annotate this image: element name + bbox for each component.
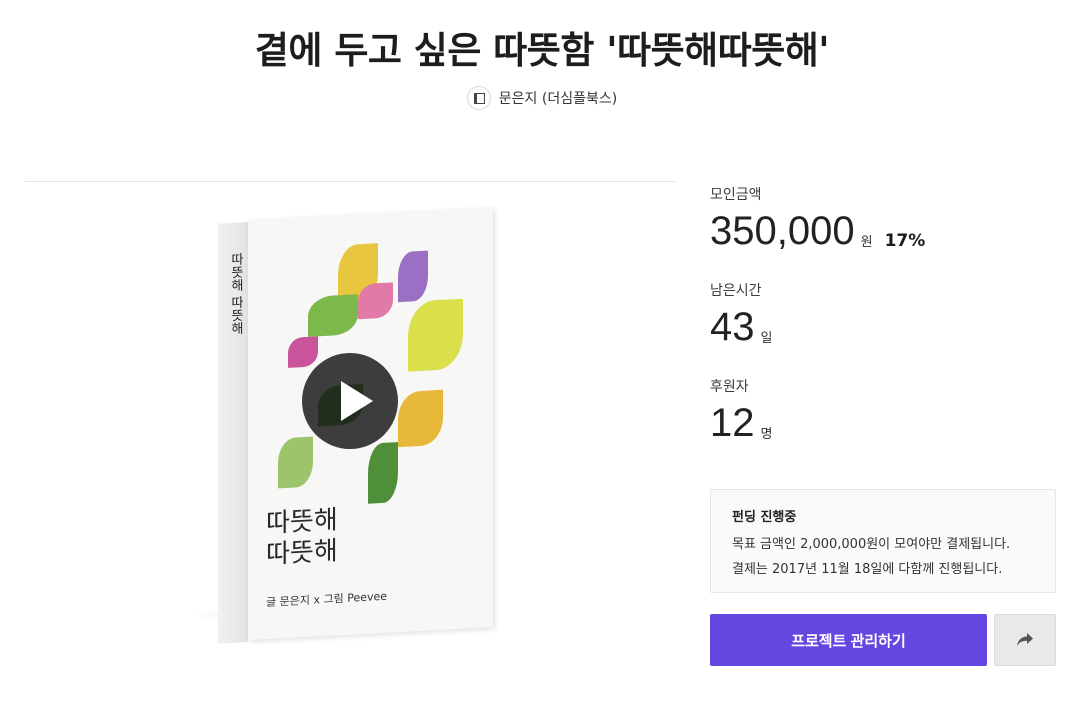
- creator-info[interactable]: 문은지 (더심플북스): [0, 86, 1084, 110]
- backers-unit: 명: [760, 427, 773, 442]
- divider: [25, 181, 675, 182]
- notice-line-payment: 결제는 2017년 11월 18일에 다함께 진행됩니다.: [732, 562, 1003, 577]
- backers-value: 12: [710, 401, 755, 445]
- play-icon: [341, 381, 373, 421]
- funding-percent: 17%: [884, 231, 926, 251]
- cover-credit: 글 문은지 x 그림 Peevee: [266, 589, 388, 610]
- spine-text: 따뜻해 따뜻해: [228, 252, 243, 336]
- share-button[interactable]: [994, 614, 1056, 666]
- cover-title: 따뜻해 따뜻해: [266, 505, 338, 571]
- funding-value: 350,000: [710, 209, 855, 253]
- funding-unit: 원: [860, 235, 873, 250]
- creator-avatar[interactable]: [466, 86, 491, 110]
- time-stat: 남은시간 43 일: [710, 280, 1056, 376]
- play-video-button[interactable]: [302, 353, 398, 449]
- share-icon: [1017, 633, 1033, 646]
- time-unit: 일: [760, 331, 773, 346]
- backers-label: 후원자: [710, 379, 749, 395]
- time-label: 남은시간: [710, 283, 762, 299]
- project-media[interactable]: 따뜻해 따뜻해 따뜻해 따뜻해 글 문은지 x 그림 Peevee: [160, 200, 520, 660]
- book-spine: 따뜻해 따뜻해: [218, 222, 248, 644]
- project-title: 곁에 두고 싶은 따뜻함 '따뜻해따뜻해': [254, 29, 830, 72]
- notice-line-goal: 목표 금액인 2,000,000원이 모여야만 결제됩니다.: [732, 537, 1011, 552]
- creator-name[interactable]: 문은지 (더심플북스): [499, 88, 617, 108]
- project-stats: 모인금액 350,000 원 17% 남은시간 43 일 후원자 12 명: [710, 184, 1056, 472]
- notice-title: 펀딩 진행중: [732, 510, 797, 525]
- funding-stat: 모인금액 350,000 원 17%: [710, 184, 1056, 280]
- funding-label: 모인금액: [710, 187, 762, 203]
- manage-project-button[interactable]: 프로젝트 관리하기: [710, 614, 987, 666]
- time-value: 43: [710, 305, 755, 349]
- backers-stat: 후원자 12 명: [710, 376, 1056, 472]
- funding-notice: 펀딩 진행중 목표 금액인 2,000,000원이 모여야만 결제됩니다. 결제…: [710, 489, 1056, 593]
